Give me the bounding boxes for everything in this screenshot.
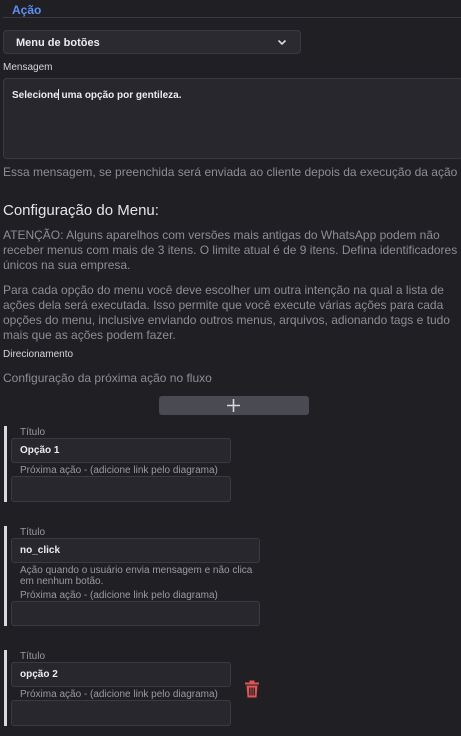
option-title-value: opção 2: [20, 669, 58, 680]
option-marker: [4, 650, 7, 726]
option-marker: [4, 526, 7, 626]
option-next-action-field[interactable]: [11, 700, 231, 726]
message-help: Essa mensagem, se preenchida será enviad…: [3, 165, 458, 179]
option-marker: [4, 426, 7, 502]
chevron-down-icon: [277, 39, 287, 46]
option-note: Ação quando o usuário envia mensagem e n…: [20, 565, 253, 587]
menu-config-warning: ATENÇÃO: Alguns aparelhos com versões ma…: [3, 228, 458, 272]
routing-help: Configuração da próxima ação no fluxo: [3, 371, 212, 385]
section-divider: [3, 17, 461, 18]
message-textarea[interactable]: Selecione uma opção por gentileza.: [3, 78, 461, 159]
message-label: Mensagem: [3, 62, 53, 73]
option-next-label: Próxima ação - (adicione link pelo diagr…: [20, 689, 218, 700]
option-title-input[interactable]: no_click: [11, 538, 260, 563]
option-title-label: Título: [20, 427, 46, 438]
option-next-action-field[interactable]: [11, 476, 231, 502]
section-title: Ação: [12, 3, 42, 17]
routing-label: Direcionamento: [3, 349, 74, 360]
add-option-button[interactable]: [159, 396, 309, 415]
plus-icon: [227, 399, 240, 412]
option-title-value: Opção 1: [20, 445, 60, 456]
menu-config-heading: Configuração do Menu:: [3, 202, 159, 219]
message-value: Selecione uma opção por gentileza.: [12, 89, 182, 101]
option-next-label: Próxima ação - (adicione link pelo diagr…: [20, 465, 218, 476]
menu-config-description: Para cada opção do menu você deve escolh…: [3, 283, 450, 342]
action-type-select[interactable]: Menu de botões: [3, 30, 301, 54]
option-title-label: Título: [20, 527, 46, 538]
option-next-label: Próxima ação - (adicione link pelo diagr…: [20, 590, 218, 601]
action-type-value: Menu de botões: [16, 37, 100, 49]
option-title-value: no_click: [20, 545, 61, 556]
option-title-label: Título: [20, 651, 46, 662]
option-next-action-field[interactable]: [11, 601, 260, 626]
trash-icon[interactable]: [244, 680, 260, 698]
option-title-input[interactable]: opção 2: [11, 662, 231, 687]
option-title-input[interactable]: Opção 1: [11, 438, 231, 463]
